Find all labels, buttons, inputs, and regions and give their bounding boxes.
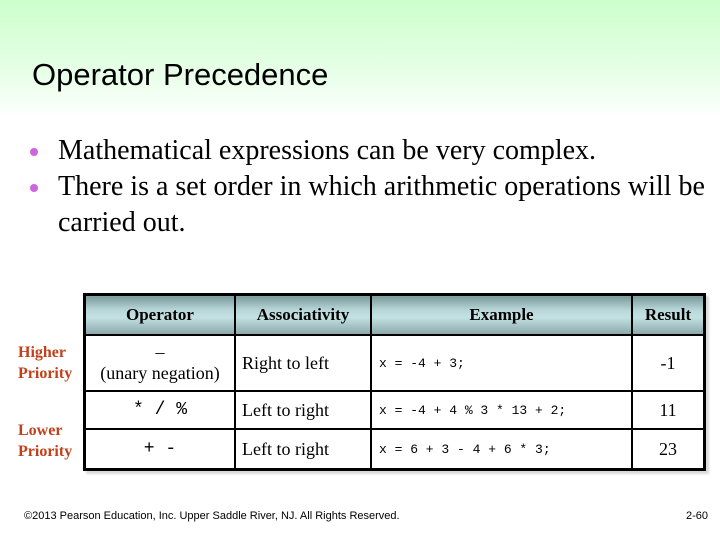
lower-priority-line2: Priority [18, 443, 73, 460]
lower-priority-line1: Lower [18, 422, 63, 439]
header-operator: Operator [83, 293, 236, 336]
table-row: * / % Left to right x = -4 + 4 % 3 * 13 … [83, 390, 706, 430]
table-row: – (unary negation) Right to left x = -4 … [83, 334, 706, 392]
operator-symbol: – [155, 342, 165, 362]
associativity-cell: Right to left [234, 334, 372, 392]
bullet-item: Mathematical expressions can be very com… [28, 133, 708, 169]
result-cell: 23 [631, 428, 706, 471]
bullet-text: Mathematical expressions can be very com… [58, 135, 597, 166]
bullet-dot-icon [30, 148, 38, 156]
higher-priority-label: Higher Priority [18, 342, 72, 384]
slide-title: Operator Precedence [32, 57, 329, 92]
associativity-cell: Left to right [234, 390, 372, 430]
page-number: 2-60 [685, 510, 708, 522]
bullet-item: There is a set order in which arithmetic… [28, 169, 708, 241]
bullet-list: Mathematical expressions can be very com… [28, 133, 708, 241]
header-example: Example [370, 293, 633, 336]
header-associativity: Associativity [234, 293, 372, 336]
operator-note: (unary negation) [100, 363, 220, 383]
lower-priority-label: Lower Priority [18, 420, 72, 462]
example-cell: x = 6 + 3 - 4 + 6 * 3; [370, 428, 633, 471]
example-cell: x = -4 + 3; [370, 334, 633, 392]
bullet-text: There is a set order in which arithmetic… [58, 171, 705, 238]
result-cell: -1 [631, 334, 706, 392]
result-cell: 11 [631, 390, 706, 430]
operator-cell: – (unary negation) [83, 334, 236, 392]
associativity-cell: Left to right [234, 428, 372, 471]
header-result: Result [631, 293, 706, 336]
operator-cell: * / % [83, 390, 236, 430]
table-header-row: Operator Associativity Example Result [83, 293, 706, 336]
higher-priority-line2: Priority [18, 365, 73, 382]
bullet-dot-icon [30, 184, 38, 192]
operator-cell: + - [83, 428, 236, 471]
copyright-footer: ©2013 Pearson Education, Inc. Upper Sadd… [24, 510, 400, 522]
precedence-table: Operator Associativity Example Result – … [83, 293, 706, 471]
table-row: + - Left to right x = 6 + 3 - 4 + 6 * 3;… [83, 428, 706, 471]
higher-priority-line1: Higher [18, 344, 66, 361]
example-cell: x = -4 + 4 % 3 * 13 + 2; [370, 390, 633, 430]
